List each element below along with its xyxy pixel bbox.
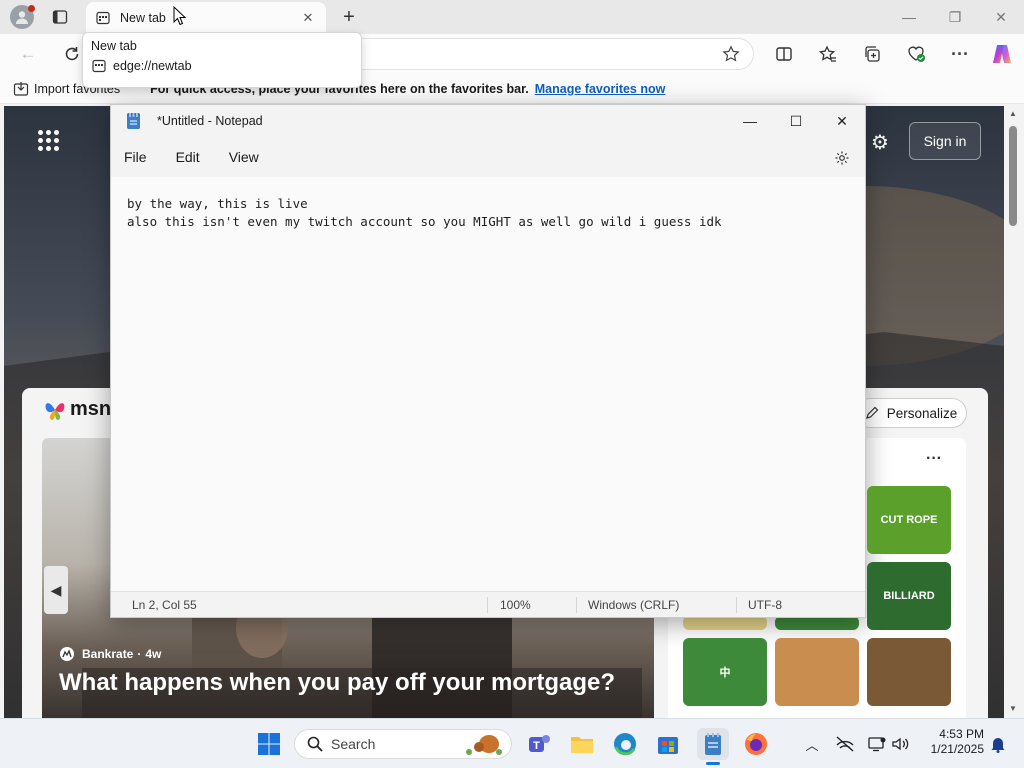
search-highlight-squirrel-icon <box>461 732 505 758</box>
tab-title: New tab <box>120 11 166 25</box>
profile-badge-dot <box>28 5 35 12</box>
search-icon <box>307 736 323 752</box>
close-window-button[interactable]: ✕ <box>978 0 1024 34</box>
status-separator <box>736 597 737 613</box>
hover-card-url: edge://newtab <box>113 59 192 73</box>
status-separator <box>576 597 577 613</box>
volume-icon[interactable] <box>890 734 912 754</box>
notepad-close-button[interactable]: ✕ <box>819 105 865 137</box>
favorite-star-icon[interactable] <box>715 38 747 70</box>
remote-display-icon[interactable] <box>866 734 888 754</box>
msn-butterfly-icon <box>45 402 65 420</box>
carousel-prev-button[interactable]: ◀ <box>44 566 68 614</box>
notepad-settings-gear-icon[interactable] <box>833 149 851 167</box>
tab-actions-icon[interactable] <box>50 7 70 27</box>
personalize-label: Personalize <box>886 405 958 421</box>
tab-close-icon[interactable]: ✕ <box>300 10 316 26</box>
search-placeholder: Search <box>331 736 376 752</box>
source-separator: · <box>137 647 142 661</box>
scrollbar-thumb[interactable] <box>1009 126 1017 226</box>
show-hidden-icons-chevron-icon[interactable]: ︿ <box>802 734 822 754</box>
status-line-ending: Windows (CRLF) <box>588 598 680 612</box>
taskbar-search-box[interactable]: Search <box>294 729 512 759</box>
import-favorites-icon <box>12 80 30 98</box>
pencil-icon <box>865 406 879 420</box>
window-controls: — ❐ ✕ <box>886 0 1024 34</box>
games-more-options-icon[interactable]: ··· <box>926 450 942 468</box>
menu-edit[interactable]: Edit <box>176 149 200 165</box>
file-explorer-icon[interactable] <box>566 728 598 760</box>
active-app-indicator <box>706 762 720 765</box>
copilot-icon[interactable] <box>988 40 1016 68</box>
menu-file[interactable]: File <box>124 149 147 165</box>
msn-logo[interactable]: msn <box>44 398 111 421</box>
collections-icon[interactable] <box>856 38 888 70</box>
more-menu-icon[interactable]: ··· <box>944 38 976 70</box>
notepad-minimize-button[interactable]: — <box>727 105 773 137</box>
notepad-maximize-button[interactable]: ☐ <box>773 105 819 137</box>
start-windows-icon[interactable] <box>254 729 284 759</box>
game-tile[interactable] <box>775 638 859 706</box>
mouse-cursor-icon <box>173 6 187 26</box>
firefox-icon[interactable] <box>740 728 772 760</box>
scroll-down-icon[interactable]: ▼ <box>1007 703 1019 713</box>
sign-in-button[interactable]: Sign in <box>909 122 981 160</box>
manage-favorites-link[interactable]: Manage favorites now <box>535 82 666 96</box>
clock-date: 1/21/2025 <box>930 742 984 756</box>
notepad-title: *Untitled - Notepad <box>157 114 263 128</box>
hero-source: Bankrate · 4w <box>60 647 161 661</box>
game-tile[interactable]: BILLIARD <box>867 562 951 630</box>
msn-logo-text: msn <box>70 398 112 420</box>
back-button[interactable]: ← <box>12 38 44 70</box>
app-launcher-icon[interactable] <box>36 128 60 152</box>
network-icon[interactable] <box>834 734 856 754</box>
game-tile[interactable] <box>683 616 767 630</box>
status-encoding: UTF-8 <box>748 598 782 612</box>
tab-hover-card: New tab edge://newtab <box>82 32 362 88</box>
game-tile-label: CUT ROPE <box>880 514 938 526</box>
hero-headline[interactable]: What happens when you pay off your mortg… <box>59 669 649 697</box>
microsoft-store-icon[interactable] <box>652 728 684 760</box>
page-settings-gear-icon[interactable]: ⚙ <box>866 128 894 156</box>
scroll-up-icon[interactable]: ▲ <box>1007 108 1019 118</box>
hero-age: 4w <box>145 647 162 661</box>
status-cursor-position: Ln 2, Col 55 <box>132 598 197 612</box>
game-tile[interactable] <box>775 616 859 630</box>
teams-app-icon[interactable]: T <box>523 728 555 760</box>
clock-time: 4:53 PM <box>939 727 984 741</box>
status-separator <box>487 597 488 613</box>
game-tile-label: 中 <box>719 667 731 679</box>
new-tab-button[interactable]: + <box>338 6 360 28</box>
restore-button[interactable]: ❐ <box>932 0 978 34</box>
notification-bell-icon[interactable] <box>988 734 1008 754</box>
favorites-icon[interactable] <box>812 38 844 70</box>
hero-source-name: Bankrate <box>82 647 134 661</box>
notepad-taskbar-icon[interactable] <box>697 728 729 760</box>
tab-new-tab[interactable]: New tab ✕ <box>86 2 326 34</box>
game-tile-label: BILLIARD <box>883 590 935 602</box>
notepad-text-area[interactable]: by the way, this is live also this isn't… <box>127 195 847 575</box>
hover-card-title: New tab <box>91 39 137 53</box>
game-tile[interactable]: 中 <box>683 638 767 706</box>
status-zoom: 100% <box>500 598 531 612</box>
taskbar-clock[interactable]: 4:53 PM 1/21/2025 <box>916 727 984 757</box>
split-screen-icon[interactable] <box>768 38 800 70</box>
bankrate-logo-icon <box>60 647 74 661</box>
browser-essentials-icon[interactable] <box>900 38 932 70</box>
notepad-window-controls: — ☐ ✕ <box>727 105 865 137</box>
menu-view[interactable]: View <box>229 149 259 165</box>
notepad-window: *Untitled - Notepad — ☐ ✕ File Edit View… <box>110 104 866 618</box>
notepad-statusbar: Ln 2, Col 55 100% Windows (CRLF) UTF-8 <box>111 591 865 617</box>
personalize-button[interactable]: Personalize <box>855 398 967 428</box>
notepad-menubar: File Edit View <box>111 137 865 177</box>
edge-browser-icon[interactable] <box>609 728 641 760</box>
svg-text:T: T <box>533 740 540 752</box>
notepad-app-icon <box>127 113 140 129</box>
newtab-page-icon <box>91 59 107 73</box>
game-tile[interactable]: CUT ROPE <box>867 486 951 554</box>
newtab-page-icon <box>96 11 110 25</box>
minimize-button[interactable]: — <box>886 0 932 34</box>
game-tile[interactable] <box>867 638 951 706</box>
